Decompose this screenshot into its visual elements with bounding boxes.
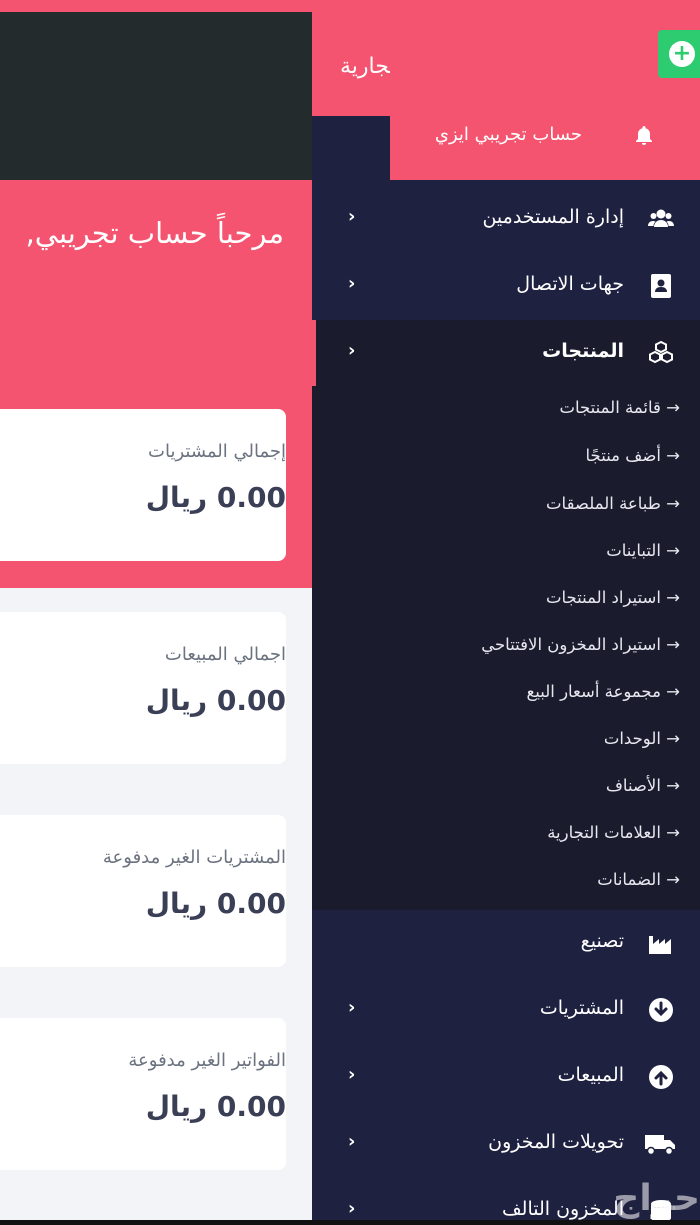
stat-label: الفواتير الغير مدفوعة (128, 1050, 286, 1071)
topbar-stripe (0, 0, 312, 12)
submenu-variations[interactable]: → التباينات (312, 531, 700, 575)
stat-label: المشتريات الغير مدفوعة (102, 847, 286, 868)
stat-label: إجمالي المشتريات (148, 441, 286, 462)
sidebar-item-label: تصنيع (580, 930, 624, 952)
bottom-bar (0, 1220, 700, 1225)
watermark-logo: حراج (613, 1178, 700, 1219)
chevron-left-icon: ‹ (348, 1198, 356, 1219)
sidebar-top-stripe (312, 0, 700, 12)
add-button[interactable]: + (658, 30, 700, 78)
industry-icon (649, 936, 671, 954)
welcome-text: مرحباً حساب تجريبي, (25, 216, 284, 250)
chevron-left-icon: ‹ (348, 1131, 356, 1152)
chevron-left-icon: ‹ (348, 206, 356, 227)
submenu-import-opening-stock[interactable]: → استيراد المخزون الافتتاحي (312, 625, 700, 669)
stat-card-unpaid-purchases[interactable]: المشتريات الغير مدفوعة 0.00 ريال (0, 815, 286, 967)
submenu-label: → الوحدات (603, 729, 680, 748)
submenu-print-labels[interactable]: → طباعة الملصقات (312, 484, 700, 528)
sidebar-item-manufacturing[interactable]: تصنيع (312, 910, 700, 976)
profile-dropdown: + حساب تجريبي ايزي (390, 12, 700, 180)
stat-card-total-purchases[interactable]: إجمالي المشتريات 0.00 ريال (0, 409, 286, 561)
submenu-units[interactable]: → الوحدات (312, 719, 700, 763)
stat-value: 0.00 ريال (145, 1090, 286, 1123)
users-icon (648, 209, 674, 227)
submenu-add-product[interactable]: → أضف منتجًا (312, 436, 700, 480)
welcome-wrapper: مرحباً حساب تجريبي, (0, 180, 312, 300)
brand-text: تجارية (340, 54, 392, 79)
sidebar-item-stock-transfers[interactable]: تحويلات المخزون ‹ (312, 1111, 700, 1177)
truck-icon (645, 1135, 675, 1156)
submenu-categories[interactable]: → الأصناف (312, 766, 700, 810)
cubes-icon (649, 340, 673, 364)
sidebar-item-label: إدارة المستخدمين (482, 206, 624, 228)
stat-value: 0.00 ريال (145, 481, 286, 514)
profile-name[interactable]: حساب تجريبي ايزي (435, 124, 582, 145)
stat-value: 0.00 ريال (145, 887, 286, 920)
sidebar-item-users[interactable]: إدارة المستخدمين ‹ (312, 186, 700, 252)
submenu-label: → استيراد المنتجات (545, 588, 680, 607)
sidebar-item-sales[interactable]: المبيعات ‹ (312, 1044, 700, 1110)
submenu-label: → أضف منتجًا (585, 446, 680, 465)
plus-icon: + (669, 41, 695, 67)
sidebar-brand[interactable]: تجارية (312, 12, 392, 116)
bell-icon[interactable] (632, 124, 656, 148)
submenu-label: → مجموعة أسعار البيع (526, 682, 680, 701)
arrow-circle-down-icon (649, 998, 673, 1022)
address-book-icon (651, 274, 671, 298)
stat-label: اجمالي المبيعات (164, 644, 286, 665)
submenu-label: → الضمانات (597, 870, 680, 889)
sidebar-item-label: المبيعات (557, 1064, 624, 1086)
submenu-label: → العلامات التجارية (547, 823, 680, 842)
dashboard-topbar (0, 0, 312, 180)
sidebar-item-products[interactable]: المنتجات ‹ (312, 320, 700, 386)
submenu-product-list[interactable]: → قائمة المنتجات (312, 388, 700, 432)
submenu-warranties[interactable]: → الضمانات (312, 860, 700, 904)
sidebar-item-label: المنتجات (542, 340, 624, 362)
chevron-left-icon: ‹ (348, 997, 356, 1018)
submenu-label: → التباينات (606, 541, 680, 560)
submenu-label: → الأصناف (605, 776, 680, 795)
submenu-label: → قائمة المنتجات (559, 398, 680, 417)
submenu-brands[interactable]: → العلامات التجارية (312, 813, 700, 857)
sidebar-item-contacts[interactable]: جهات الاتصال ‹ (312, 253, 700, 319)
arrow-circle-up-icon (649, 1065, 673, 1089)
sidebar-item-purchases[interactable]: المشتريات ‹ (312, 977, 700, 1043)
submenu-import-products[interactable]: → استيراد المنتجات (312, 578, 700, 622)
chevron-left-icon: ‹ (348, 273, 356, 294)
stat-value: 0.00 ريال (145, 684, 286, 717)
sidebar-item-label: جهات الاتصال (516, 273, 624, 295)
submenu-selling-price-group[interactable]: → مجموعة أسعار البيع (312, 672, 700, 716)
sidebar-item-label: تحويلات المخزون (488, 1131, 624, 1153)
submenu-label: → استيراد المخزون الافتتاحي (481, 635, 680, 654)
sidebar-brand-below (312, 116, 392, 180)
chevron-down-icon: ‹ (348, 340, 356, 361)
stat-card-unpaid-invoices[interactable]: الفواتير الغير مدفوعة 0.00 ريال (0, 1018, 286, 1170)
sidebar-item-label: المشتريات (539, 997, 624, 1019)
chevron-left-icon: ‹ (348, 1064, 356, 1085)
submenu-label: → طباعة الملصقات (546, 494, 680, 513)
stat-card-total-sales[interactable]: اجمالي المبيعات 0.00 ريال (0, 612, 286, 764)
